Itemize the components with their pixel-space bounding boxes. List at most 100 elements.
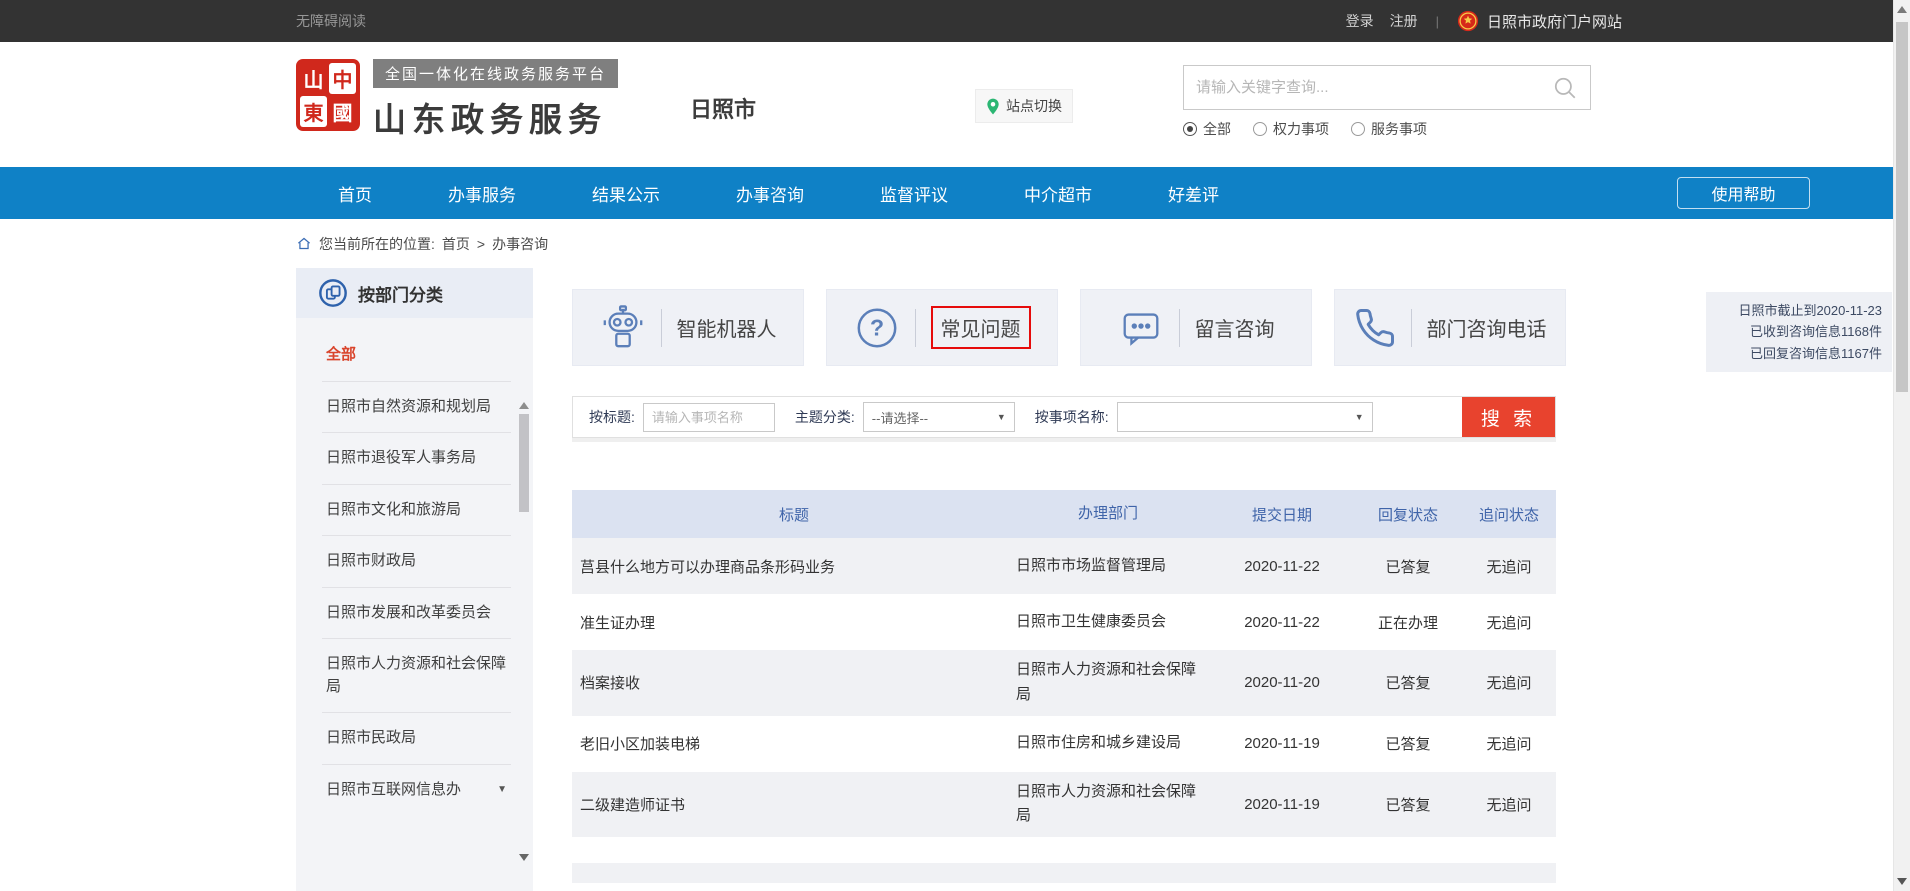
title-filter-label: 按标题: (589, 407, 635, 427)
category-icon (318, 278, 348, 308)
stats-line: 已回复咨询信息1167件 (1716, 343, 1882, 364)
sidebar-title: 按部门分类 (358, 281, 443, 306)
site-name: 山东政务服务 (373, 93, 618, 141)
portal-link[interactable]: 日照市政府门户网站 (1457, 10, 1622, 32)
scroll-down-icon[interactable] (1897, 878, 1907, 885)
login-link[interactable]: 登录 (1346, 11, 1374, 31)
category-select-value: --请选择-- (872, 408, 928, 427)
consult-table: 标题 办理部门 提交日期 回复状态 追问状态 莒县什么地方可以办理商品条形码业务… (572, 490, 1556, 883)
cell-date: 2020-11-19 (1210, 796, 1354, 813)
category-select[interactable]: --请选择-- ▼ (863, 402, 1015, 432)
scroll-up-icon[interactable] (519, 402, 529, 409)
sidebar-item-label: 日照市退役军人事务局 (326, 447, 476, 470)
page-scrollbar-thumb[interactable] (1896, 22, 1908, 392)
table-row[interactable]: 老旧小区加装电梯 日照市住房和城乡建设局 2020-11-19 已答复 无追问 (572, 716, 1556, 772)
cell-title[interactable]: 老旧小区加装电梯 (572, 733, 1016, 754)
breadcrumb-home[interactable]: 首页 (442, 234, 470, 254)
header: 山 中 東 國 全国一体化在线政务服务平台 山东政务服务 日照市 站点切换 (0, 42, 1910, 167)
table-row[interactable]: 二级建造师证书 日照市人力资源和社会保障局 2020-11-19 已答复 无追问 (572, 772, 1556, 838)
cell-dept: 日照市市场监督管理局 (1016, 554, 1210, 579)
sidebar-item-label: 日照市人力资源和社会保障局 (326, 653, 507, 698)
site-switch-button[interactable]: 站点切换 (975, 89, 1073, 123)
item-name-select[interactable]: ▼ (1117, 402, 1373, 432)
tab-smart-robot[interactable]: 智能机器人 (572, 289, 804, 366)
national-emblem-icon (1457, 10, 1479, 32)
topbar-right: 登录 注册 | 日照市政府门户网站 (1346, 10, 1622, 32)
nav-item[interactable]: 首页 (338, 181, 372, 206)
stats-line: 已收到咨询信息1168件 (1716, 321, 1882, 342)
tab-message-consult[interactable]: 留言咨询 (1080, 289, 1312, 366)
title-filter-input[interactable] (643, 403, 775, 432)
table-row[interactable]: 准生证办理 日照市卫生健康委员会 2020-11-22 正在办理 无追问 (572, 594, 1556, 650)
cell-title[interactable]: 准生证办理 (572, 612, 1016, 633)
search-icon[interactable] (1552, 75, 1578, 101)
keyword-search-input[interactable] (1196, 79, 1552, 96)
tab-label: 常见问题 (931, 306, 1031, 349)
radio-icon[interactable] (1183, 122, 1197, 136)
phone-icon (1354, 307, 1396, 349)
nav-item[interactable]: 监督评议 (880, 181, 948, 206)
chevron-down-icon: ▼ (1355, 412, 1364, 422)
cell-title[interactable]: 档案接收 (572, 672, 1016, 693)
cell-followup: 无追问 (1462, 794, 1556, 815)
table-row[interactable]: 莒县什么地方可以办理商品条形码业务 日照市市场监督管理局 2020-11-22 … (572, 538, 1556, 594)
breadcrumb-separator: > (477, 236, 485, 252)
cell-dept: 日照市住房和城乡建设局 (1016, 731, 1210, 756)
nav-item[interactable]: 办事咨询 (736, 181, 804, 206)
sidebar-item-label: 日照市财政局 (326, 550, 416, 573)
page-scrollbar[interactable] (1893, 0, 1910, 891)
consult-stats: 日照市截止到2020-11-23 已收到咨询信息1168件 已回复咨询信息116… (1706, 292, 1892, 372)
cell-title[interactable]: 二级建造师证书 (572, 794, 1016, 815)
site-switch-label: 站点切换 (1006, 96, 1062, 116)
seal-char: 國 (329, 96, 356, 127)
cell-reply: 已答复 (1354, 672, 1462, 693)
sidebar-item[interactable]: 日照市退役军人事务局 ▼ (322, 433, 511, 485)
register-link[interactable]: 注册 (1390, 11, 1418, 31)
nav-item[interactable]: 好差评 (1168, 181, 1219, 206)
logo-text: 全国一体化在线政务服务平台 山东政务服务 (373, 59, 618, 141)
main-nav: 首页 办事服务 结果公示 办事咨询 监督评议 中介超市 好差评 使用帮助 (0, 167, 1910, 219)
radio-label: 全部 (1203, 119, 1231, 139)
radio-icon[interactable] (1253, 122, 1267, 136)
search-scope-option[interactable]: 全部 (1183, 119, 1231, 139)
nav-list: 首页 办事服务 结果公示 办事咨询 监督评议 中介超市 好差评 (338, 181, 1219, 206)
nav-item[interactable]: 结果公示 (592, 181, 660, 206)
shandong-seal-icon: 山 中 東 國 (296, 59, 360, 131)
nav-item[interactable]: 中介超市 (1024, 181, 1092, 206)
topbar-divider: | (1436, 14, 1439, 29)
sidebar-scrollbar[interactable] (519, 318, 529, 891)
nav-item[interactable]: 办事服务 (448, 181, 516, 206)
chevron-down-icon[interactable]: ▼ (497, 782, 507, 797)
sidebar-item[interactable]: 日照市人力资源和社会保障局 ▼ (322, 639, 511, 713)
sidebar-item[interactable]: 日照市互联网信息办 ▼ (322, 765, 511, 816)
col-header-followup: 追问状态 (1462, 504, 1556, 525)
search-scope-option[interactable]: 权力事项 (1253, 119, 1329, 139)
accessibility-link[interactable]: 无障碍阅读 (296, 11, 366, 31)
table-row[interactable]: 档案接收 日照市人力资源和社会保障局 2020-11-20 已答复 无追问 (572, 650, 1556, 716)
sidebar-item[interactable]: 日照市民政局 ▼ (322, 713, 511, 765)
sidebar-item[interactable]: 全部 ▼ (322, 330, 511, 382)
help-button[interactable]: 使用帮助 (1677, 177, 1810, 209)
sidebar-item[interactable]: 日照市发展和改革委员会 ▼ (322, 588, 511, 640)
sidebar-item-label: 日照市文化和旅游局 (326, 499, 461, 522)
cell-title[interactable]: 莒县什么地方可以办理商品条形码业务 (572, 556, 1016, 577)
scroll-up-icon[interactable] (1897, 6, 1907, 13)
sidebar-scrollbar-thumb[interactable] (519, 414, 529, 512)
question-icon: ? (854, 305, 900, 351)
radio-icon[interactable] (1351, 122, 1365, 136)
consult-tabs: 智能机器人 ? 常见问题 (572, 289, 1566, 366)
scroll-down-icon[interactable] (519, 854, 529, 861)
search-scope-option[interactable]: 服务事项 (1351, 119, 1427, 139)
site-logo[interactable]: 山 中 東 國 全国一体化在线政务服务平台 山东政务服务 (296, 59, 618, 141)
table-header-row: 标题 办理部门 提交日期 回复状态 追问状态 (572, 490, 1556, 538)
search-button[interactable]: 搜 索 (1462, 397, 1555, 437)
tab-faq[interactable]: ? 常见问题 (826, 289, 1058, 366)
seal-char: 山 (300, 63, 327, 94)
sidebar-item[interactable]: 日照市财政局 ▼ (322, 536, 511, 588)
sidebar-item[interactable]: 日照市自然资源和规划局 ▼ (322, 382, 511, 434)
tab-phone-consult[interactable]: 部门咨询电话 (1334, 289, 1566, 366)
card-divider (915, 309, 916, 347)
sidebar-item[interactable]: 日照市文化和旅游局 ▼ (322, 485, 511, 537)
cell-date: 2020-11-22 (1210, 614, 1354, 631)
sidebar-header: 按部门分类 (296, 268, 533, 318)
